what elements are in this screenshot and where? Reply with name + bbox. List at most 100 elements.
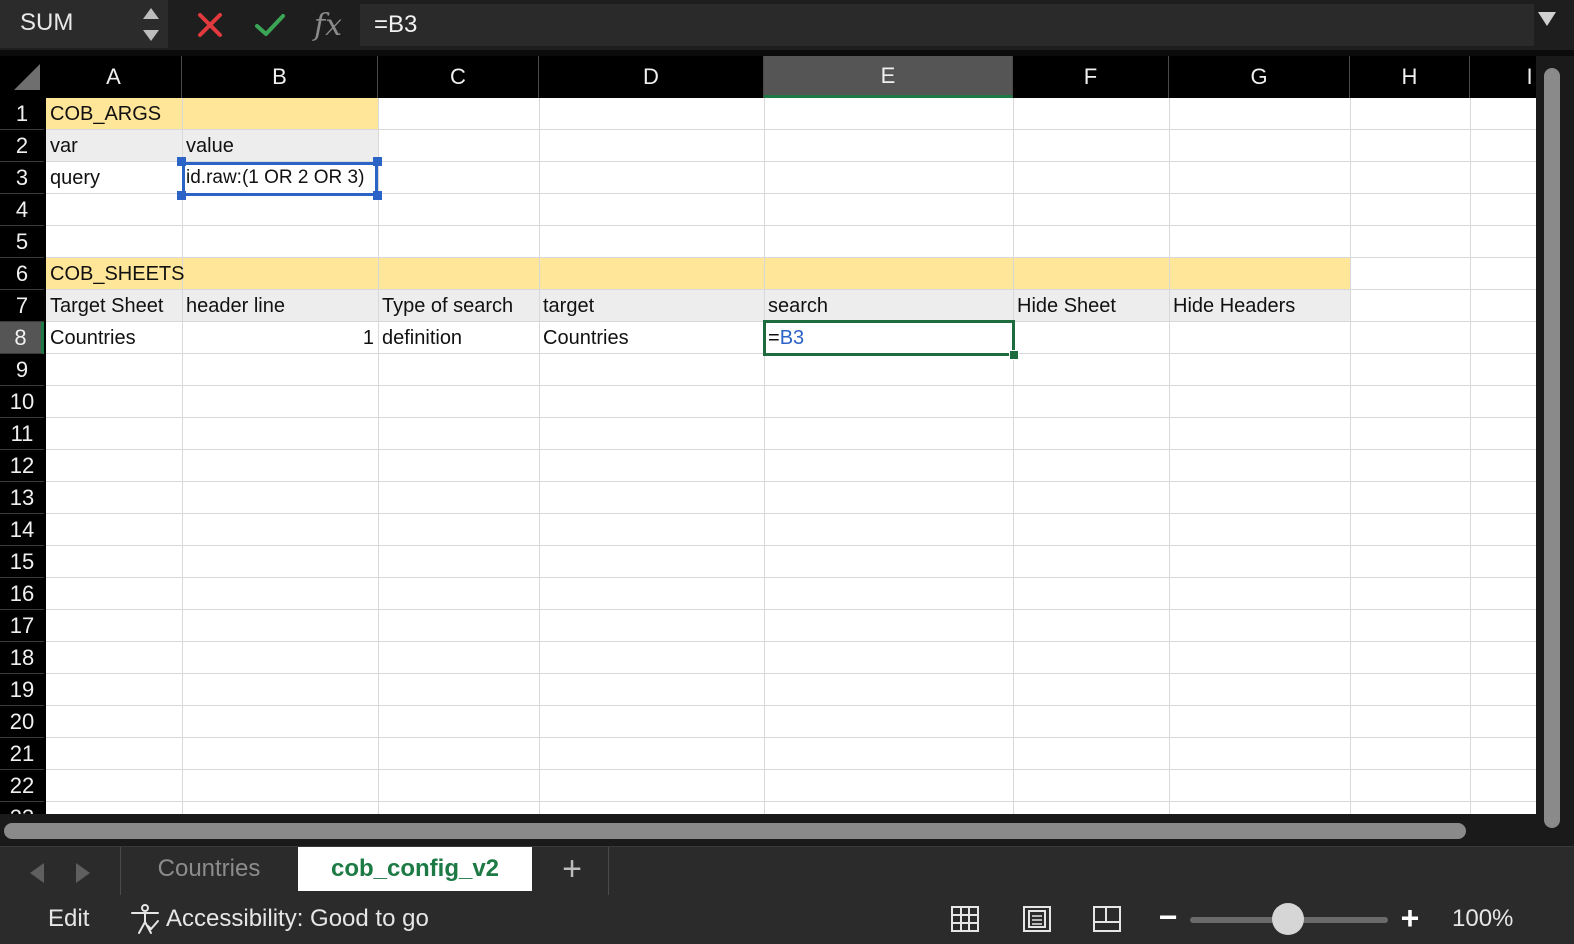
gridline	[1350, 98, 1351, 814]
cell-d7[interactable]: target	[539, 290, 764, 322]
row-header[interactable]: 15	[0, 546, 44, 578]
row-header[interactable]: 5	[0, 226, 44, 258]
gridline	[46, 673, 1536, 674]
row-header[interactable]: 9	[0, 354, 44, 386]
row-header[interactable]: 17	[0, 610, 44, 642]
column-header-d[interactable]: D	[539, 56, 764, 98]
cell-d8[interactable]: Countries	[539, 322, 764, 354]
row-header[interactable]: 8	[0, 322, 44, 354]
vertical-scroll-thumb[interactable]	[1544, 68, 1560, 828]
name-box-value[interactable]: SUM	[20, 9, 73, 37]
column-header-g[interactable]: G	[1169, 56, 1350, 98]
row-header[interactable]: 6	[0, 258, 44, 290]
column-header-a[interactable]: A	[46, 56, 182, 98]
cell-a7[interactable]: Target Sheet	[46, 290, 182, 322]
gridline	[182, 98, 183, 814]
page-break-preview-icon[interactable]	[1090, 902, 1124, 936]
cell-a1[interactable]: COB_ARGS	[46, 98, 378, 130]
gridline	[764, 98, 765, 814]
row-header[interactable]: 2	[0, 130, 44, 162]
accessibility-status[interactable]: Accessibility: Good to go	[166, 905, 429, 933]
row-header[interactable]: 18	[0, 642, 44, 674]
gridline	[46, 481, 1536, 482]
insert-function-button[interactable]: fx	[308, 5, 348, 45]
gridline	[1013, 98, 1014, 814]
column-header-h[interactable]: H	[1350, 56, 1470, 98]
stepper-down-icon[interactable]	[143, 30, 159, 41]
previous-sheet-icon[interactable]	[30, 863, 44, 883]
row-header[interactable]: 12	[0, 450, 44, 482]
gridline	[46, 769, 1536, 770]
gridline	[46, 737, 1536, 738]
cancel-formula-button[interactable]	[190, 5, 230, 45]
vertical-scrollbar[interactable]	[1536, 56, 1574, 846]
column-header-c[interactable]: C	[378, 56, 539, 98]
reference-handle[interactable]	[373, 191, 382, 200]
row-header[interactable]: 10	[0, 386, 44, 418]
row-header[interactable]: 14	[0, 514, 44, 546]
row-header[interactable]: 23	[0, 802, 44, 815]
cell-b2[interactable]: value	[182, 130, 378, 162]
cell-a8[interactable]: Countries	[46, 322, 182, 354]
row-header[interactable]: 1	[0, 98, 44, 130]
row-header[interactable]: 22	[0, 770, 44, 802]
sheet-tab-countries[interactable]: Countries	[122, 847, 296, 891]
page-layout-icon[interactable]	[1020, 902, 1054, 936]
cell-b8[interactable]: 1	[182, 322, 378, 354]
row-header[interactable]: 11	[0, 418, 44, 450]
row-header[interactable]: 16	[0, 578, 44, 610]
gridline	[46, 577, 1536, 578]
cell-a6[interactable]: COB_SHEETS	[46, 258, 378, 290]
cell-b7[interactable]: header line	[182, 290, 378, 322]
cell-a3[interactable]: query	[46, 162, 182, 194]
row-header[interactable]: 13	[0, 482, 44, 514]
cell-f7[interactable]: Hide Sheet	[1013, 290, 1169, 322]
formula-bar: SUM fx =B3	[0, 0, 1574, 50]
formula-input[interactable]: =B3	[360, 4, 1534, 46]
fill-handle[interactable]	[1009, 350, 1019, 360]
cell-a2[interactable]: var	[46, 130, 182, 162]
row-header[interactable]: 7	[0, 290, 44, 322]
row-header[interactable]: 19	[0, 674, 44, 706]
zoom-slider-thumb[interactable]	[1272, 903, 1304, 935]
reference-handle[interactable]	[177, 157, 186, 166]
cell-g7[interactable]: Hide Headers	[1169, 290, 1350, 322]
zoom-in-button[interactable]: +	[1398, 902, 1422, 936]
cell-e7[interactable]: search	[764, 290, 1013, 322]
spreadsheet-grid: A B C D E F G H I 1 2 3 4 5 6 7 8 9 10 1…	[0, 56, 1536, 814]
gridline	[46, 705, 1536, 706]
column-header-i[interactable]: I	[1470, 56, 1536, 98]
stepper-up-icon[interactable]	[143, 8, 159, 19]
reference-handle[interactable]	[177, 191, 186, 200]
select-all-button[interactable]	[0, 56, 46, 98]
cell-c8[interactable]: definition	[378, 322, 539, 354]
name-box[interactable]: SUM	[0, 0, 168, 48]
row-header[interactable]: 4	[0, 194, 44, 226]
row-header[interactable]: 3	[0, 162, 44, 194]
gridline	[46, 513, 1536, 514]
cell-mode-indicator: Edit	[48, 905, 90, 932]
row-header[interactable]: 21	[0, 738, 44, 770]
row-headers: 1 2 3 4 5 6 7 8 9 10 11 12 13 14 15 16 1…	[0, 98, 46, 814]
column-header-b[interactable]: B	[182, 56, 378, 98]
horizontal-scroll-thumb[interactable]	[4, 823, 1466, 839]
expand-formula-bar-icon[interactable]	[1538, 12, 1556, 26]
next-sheet-icon[interactable]	[76, 863, 90, 883]
sheet-tab-cob-config-v2[interactable]: cob_config_v2	[298, 847, 532, 891]
reference-handle[interactable]	[373, 157, 382, 166]
column-header-f[interactable]: F	[1013, 56, 1169, 98]
cell-area[interactable]: COB_ARGS var value query id.raw:(1 OR 2 …	[46, 98, 1536, 814]
add-sheet-button[interactable]: +	[548, 847, 596, 891]
cell-c7[interactable]: Type of search	[378, 290, 539, 322]
confirm-formula-button[interactable]	[250, 5, 290, 45]
gridline	[539, 98, 540, 814]
column-header-e[interactable]: E	[764, 56, 1013, 98]
normal-view-icon[interactable]	[948, 902, 982, 936]
accessibility-icon[interactable]	[128, 902, 162, 936]
horizontal-scrollbar[interactable]	[0, 814, 1536, 846]
name-box-stepper[interactable]	[140, 4, 164, 46]
zoom-out-button[interactable]: −	[1158, 901, 1178, 936]
gridline	[46, 385, 1536, 386]
row-header[interactable]: 20	[0, 706, 44, 738]
zoom-level[interactable]: 100%	[1452, 905, 1513, 933]
